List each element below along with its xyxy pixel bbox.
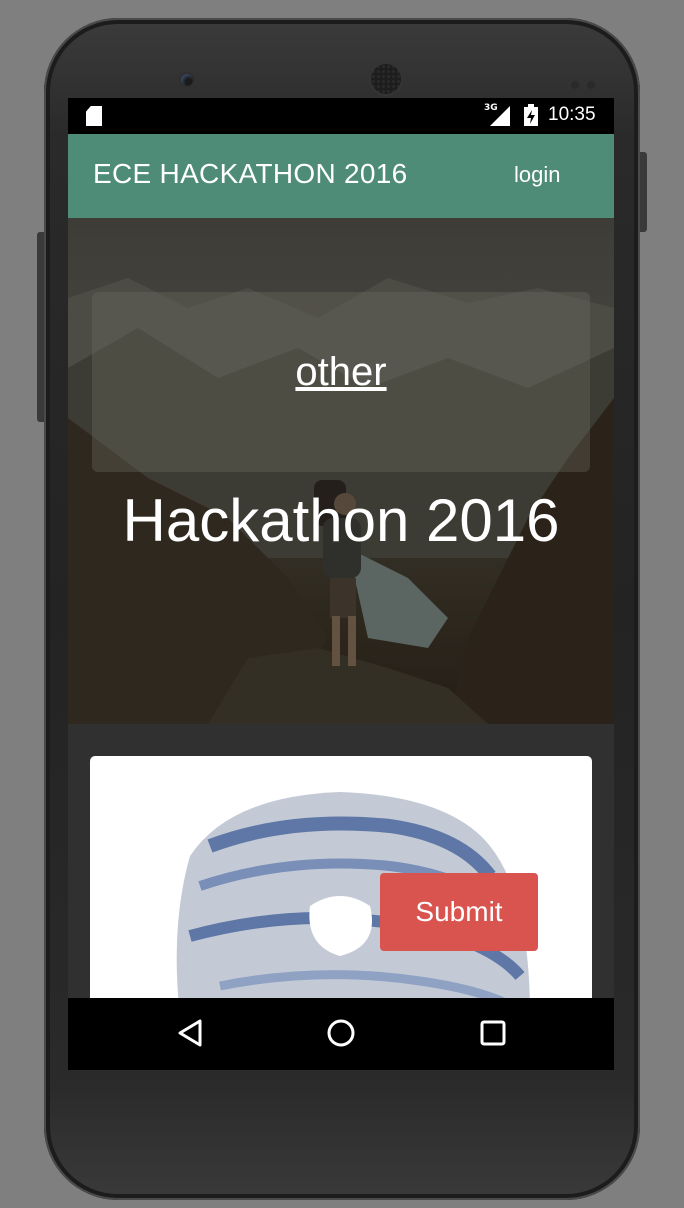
hero-heading: Hackathon 2016	[122, 487, 560, 554]
hero-banner: other Hackathon 2016	[68, 218, 614, 724]
submit-button[interactable]: Submit	[380, 873, 538, 951]
back-triangle-icon[interactable]	[176, 1018, 204, 1048]
device-screen: 3G 10:35 ECE HACKATHON 2016 login other …	[68, 98, 614, 1070]
status-bar: 3G 10:35	[68, 98, 614, 134]
earpiece-speaker	[371, 64, 401, 94]
app-bar: ECE HACKATHON 2016 login	[68, 134, 614, 218]
recents-square-icon[interactable]	[480, 1020, 506, 1046]
signal-strength-icon	[490, 106, 510, 126]
content-area	[68, 724, 614, 1016]
status-clock: 10:35	[548, 104, 596, 125]
front-camera	[181, 74, 193, 86]
phone-side-button	[37, 232, 44, 422]
hero-link-panel: other	[92, 292, 590, 472]
sd-card-icon	[86, 106, 102, 126]
navigation-bar	[68, 998, 614, 1070]
battery-charging-icon	[524, 104, 538, 126]
home-circle-icon[interactable]	[326, 1018, 356, 1048]
login-link[interactable]: login	[514, 162, 560, 188]
phone-power-button	[640, 152, 647, 232]
proximity-sensors	[571, 74, 603, 93]
other-link[interactable]: other	[92, 350, 590, 395]
app-title: ECE HACKATHON 2016	[93, 158, 408, 189]
